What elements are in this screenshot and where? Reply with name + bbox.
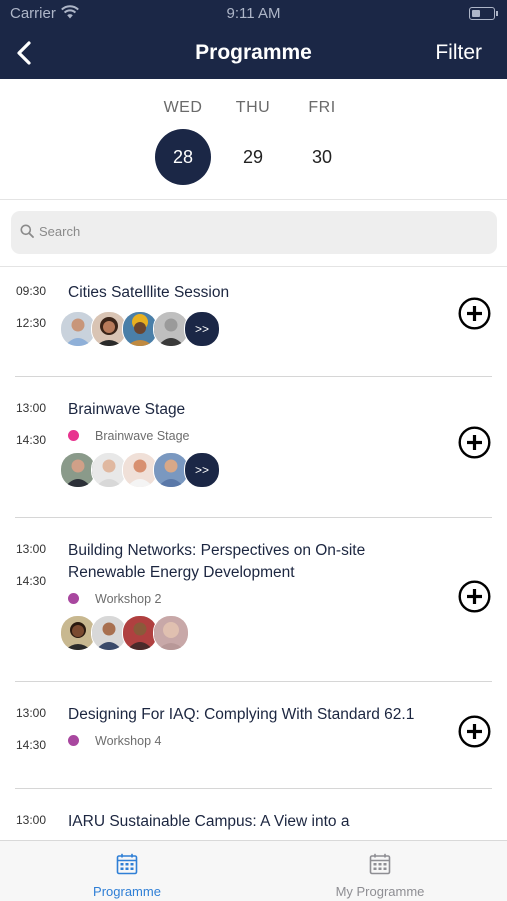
divider <box>15 517 492 518</box>
calendar-icon <box>369 853 391 880</box>
session-title: Building Networks: Perspectives on On-si… <box>68 542 366 581</box>
status-time: 9:11 AM <box>226 5 281 22</box>
location-dot <box>68 735 79 746</box>
search-icon <box>20 224 34 243</box>
session-title: Cities Satelllite Session <box>68 284 230 301</box>
day-name: FRI <box>308 99 336 116</box>
calendar-icon <box>116 853 138 880</box>
session-title: IARU Sustainable Campus: A View into a <box>68 813 350 830</box>
search-placeholder: Search <box>39 224 81 239</box>
add-to-programme-icon[interactable] <box>458 715 491 748</box>
divider <box>15 788 492 789</box>
session-end-time: 14:30 <box>16 738 47 752</box>
day-selector: WED 28 THU 29 FRI 30 <box>0 79 507 200</box>
search-section: Search <box>0 200 507 267</box>
session-start-time: 13:00 <box>16 706 47 720</box>
session-end-time: 14:30 <box>16 574 47 588</box>
avatar <box>153 615 189 651</box>
location-label: Brainwave Stage <box>95 429 190 443</box>
tab-label: Programme <box>93 884 161 899</box>
session-title: Brainwave Stage <box>68 401 186 418</box>
location-dot <box>68 430 79 441</box>
tab-bar: Programme My Programme <box>0 840 507 901</box>
day-number: 30 <box>311 147 333 167</box>
nav-bar: Programme Filter <box>0 28 507 79</box>
divider <box>15 376 492 377</box>
session-end-time: 12:30 <box>16 316 47 330</box>
session-location: Brainwave Stage <box>68 429 190 443</box>
session-end-time: 14:30 <box>16 433 47 447</box>
more-speakers-button[interactable]: >> <box>184 311 220 347</box>
day-number: 29 <box>242 147 264 167</box>
location-label: Workshop 4 <box>95 734 162 748</box>
filter-button[interactable]: Filter <box>435 41 482 65</box>
session-start-time: 13:00 <box>16 401 47 415</box>
location-label: Workshop 2 <box>95 592 162 606</box>
status-bar: Carrier 9:11 AM <box>0 0 507 28</box>
search-input[interactable]: Search <box>11 211 497 254</box>
day-name: THU <box>235 99 271 116</box>
divider <box>15 681 492 682</box>
add-to-programme-icon[interactable] <box>458 580 491 613</box>
session-location: Workshop 4 <box>68 734 161 748</box>
session-title: Designing For IAQ: Complying With Standa… <box>68 706 415 723</box>
tab-my-programme[interactable]: My Programme <box>280 841 480 901</box>
session-start-time: 09:30 <box>16 284 47 298</box>
session-location: Workshop 2 <box>68 592 161 606</box>
session-start-time: 13:00 <box>16 542 47 556</box>
page-title: Programme <box>195 41 312 64</box>
day-name: WED <box>163 99 203 116</box>
day-number: 28 <box>155 129 211 185</box>
session-start-time: 13:00 <box>16 813 47 827</box>
add-to-programme-icon[interactable] <box>458 426 491 459</box>
more-speakers-button[interactable]: >> <box>184 452 220 488</box>
battery-icon <box>469 7 498 20</box>
tab-programme[interactable]: Programme <box>27 841 227 901</box>
location-dot <box>68 593 79 604</box>
tab-label: My Programme <box>335 884 425 899</box>
add-to-programme-icon[interactable] <box>458 297 491 330</box>
